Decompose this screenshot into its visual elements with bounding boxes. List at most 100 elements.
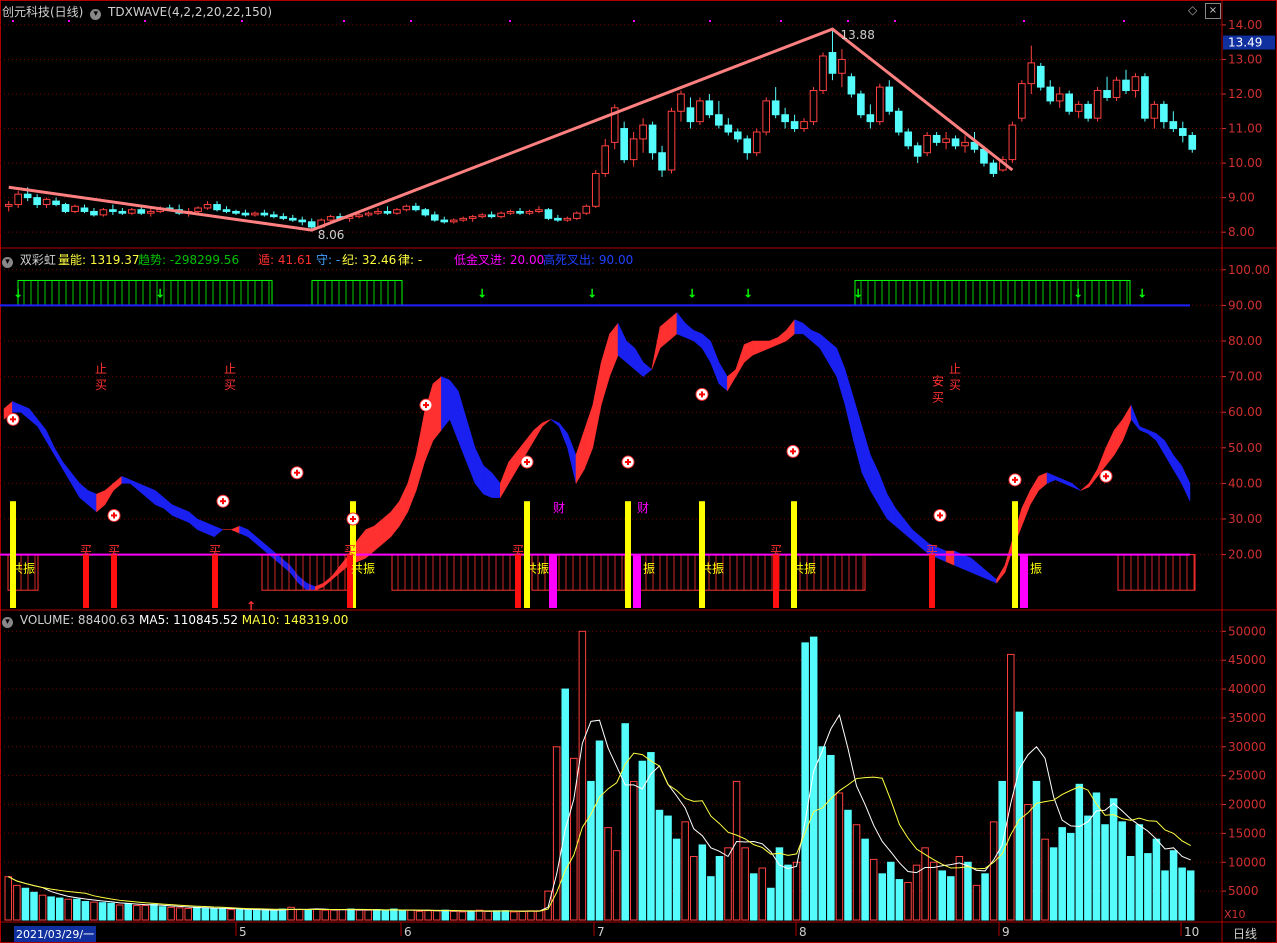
candle-body — [932, 134, 941, 143]
tick-label: 90.00 — [1228, 298, 1262, 312]
signal-dot — [509, 20, 511, 22]
candle-body — [715, 114, 723, 126]
signal-dot — [241, 20, 243, 22]
signal-dot — [894, 20, 896, 22]
volume-bar — [664, 815, 672, 921]
buy-label: 买 — [949, 378, 961, 392]
candle-body — [847, 76, 856, 95]
candle-body — [951, 138, 960, 147]
signal-dot — [68, 20, 70, 22]
volume-bar — [587, 780, 595, 921]
candle-body — [14, 193, 23, 206]
rainbow-band — [432, 376, 442, 442]
volume-bar — [869, 858, 878, 921]
volume-bar — [278, 908, 287, 921]
close-icon[interactable]: × — [1205, 3, 1221, 19]
candle-body — [1150, 103, 1159, 119]
plus-circle-icon — [1008, 473, 1022, 487]
candle-body — [1178, 128, 1187, 136]
candle-body — [4, 204, 13, 207]
volume-bar — [501, 910, 510, 921]
volume-bar — [775, 847, 784, 921]
volume-bar — [1015, 711, 1024, 921]
volume-bar — [304, 909, 312, 921]
volume-bar — [1101, 824, 1109, 921]
volume-bar — [510, 911, 518, 921]
tick-label: 5000 — [1228, 884, 1259, 898]
high-label: 13.88 — [840, 28, 874, 42]
volume-bar — [475, 909, 484, 921]
diamond-icon[interactable]: ◇ — [1188, 3, 1197, 17]
volume-bar — [552, 746, 561, 921]
volume-bar — [929, 861, 938, 921]
volume-bar — [150, 903, 158, 921]
candle — [421, 208, 430, 217]
legend-item: 守: - — [316, 253, 341, 267]
volume-bar — [13, 884, 21, 921]
tick-label: 30000 — [1228, 740, 1266, 754]
volume-bar — [90, 901, 98, 921]
volume-bar — [767, 887, 775, 921]
candle-body — [1122, 79, 1130, 92]
candle-body — [222, 209, 231, 212]
candle-body — [819, 55, 827, 92]
rainbow-title[interactable]: 双彩虹 — [20, 253, 56, 267]
plus-circle-icon — [290, 466, 304, 480]
dropdown-icon[interactable]: ▾ — [90, 9, 102, 20]
candle-body — [118, 210, 127, 214]
volume-bar — [852, 824, 861, 921]
candle-body — [591, 172, 600, 207]
candle-body — [80, 207, 89, 212]
buy-red-label: 买 — [80, 544, 92, 558]
candle — [1065, 90, 1073, 115]
down-arrow-icon: ↓ — [1073, 286, 1083, 300]
yellow-signal-bar — [524, 501, 530, 608]
plus-circle-icon — [107, 508, 121, 522]
tick-label: 8.00 — [1228, 225, 1255, 239]
candle-body — [535, 209, 543, 212]
plus-circle-icon — [1099, 469, 1113, 483]
volume-bar — [1126, 855, 1135, 921]
volume-bar — [912, 864, 921, 921]
legend-item: 高死叉出: 90.00 — [543, 253, 634, 267]
volume-bar — [270, 910, 278, 921]
stock-chart[interactable]: 13.888.0613.49 ↓ ↓ ↓ ↓ ↓ ↓ ↓ ↓ ↓止买止买止买安买财 财买买买买买买… — [0, 0, 1277, 943]
candle-body — [1036, 65, 1045, 88]
volume-bar — [1144, 853, 1152, 921]
candle-body — [241, 212, 250, 216]
candle-body — [440, 219, 449, 223]
dropdown-icon[interactable]: ▾ — [2, 257, 13, 268]
candle-body — [743, 138, 752, 154]
candle-body — [790, 121, 799, 130]
candle — [847, 73, 856, 98]
volume-bar — [398, 910, 407, 921]
candle-body — [639, 124, 647, 140]
volume-bar — [1186, 870, 1195, 921]
candle-body — [1055, 93, 1064, 102]
volume-bar — [758, 867, 767, 921]
volume-bar — [450, 910, 458, 921]
volume-bar — [561, 688, 569, 921]
volume-bar — [989, 821, 998, 921]
up-arrow-icon: ↑ — [246, 599, 256, 613]
legend-item: 低金叉进: 20.00 — [454, 253, 545, 267]
dropdown-icon[interactable]: ▾ — [2, 617, 13, 628]
candle-body — [894, 110, 903, 133]
plus-circle-icon — [933, 508, 947, 522]
background — [0, 0, 1277, 943]
tick-label: 13.00 — [1228, 52, 1262, 66]
volume-legend-values: VOLUME: 88400.63 MA5: 110845.52 MA10: 14… — [20, 613, 349, 627]
period-label[interactable]: 日线 — [1233, 925, 1257, 942]
volume-bar — [535, 910, 544, 921]
volume-bar — [390, 908, 398, 921]
candle-body — [554, 217, 562, 221]
candle-body — [270, 214, 278, 218]
candle — [573, 211, 581, 221]
volume-bar — [98, 902, 107, 921]
buy-red-label: 买 — [926, 544, 938, 558]
indicator-title[interactable]: TDXWAVE(4,2,2,20,22,150) — [108, 5, 272, 19]
volume-bar — [55, 897, 64, 921]
candle-body — [752, 131, 761, 154]
volume-bar — [604, 827, 612, 921]
candle-body — [516, 210, 524, 214]
